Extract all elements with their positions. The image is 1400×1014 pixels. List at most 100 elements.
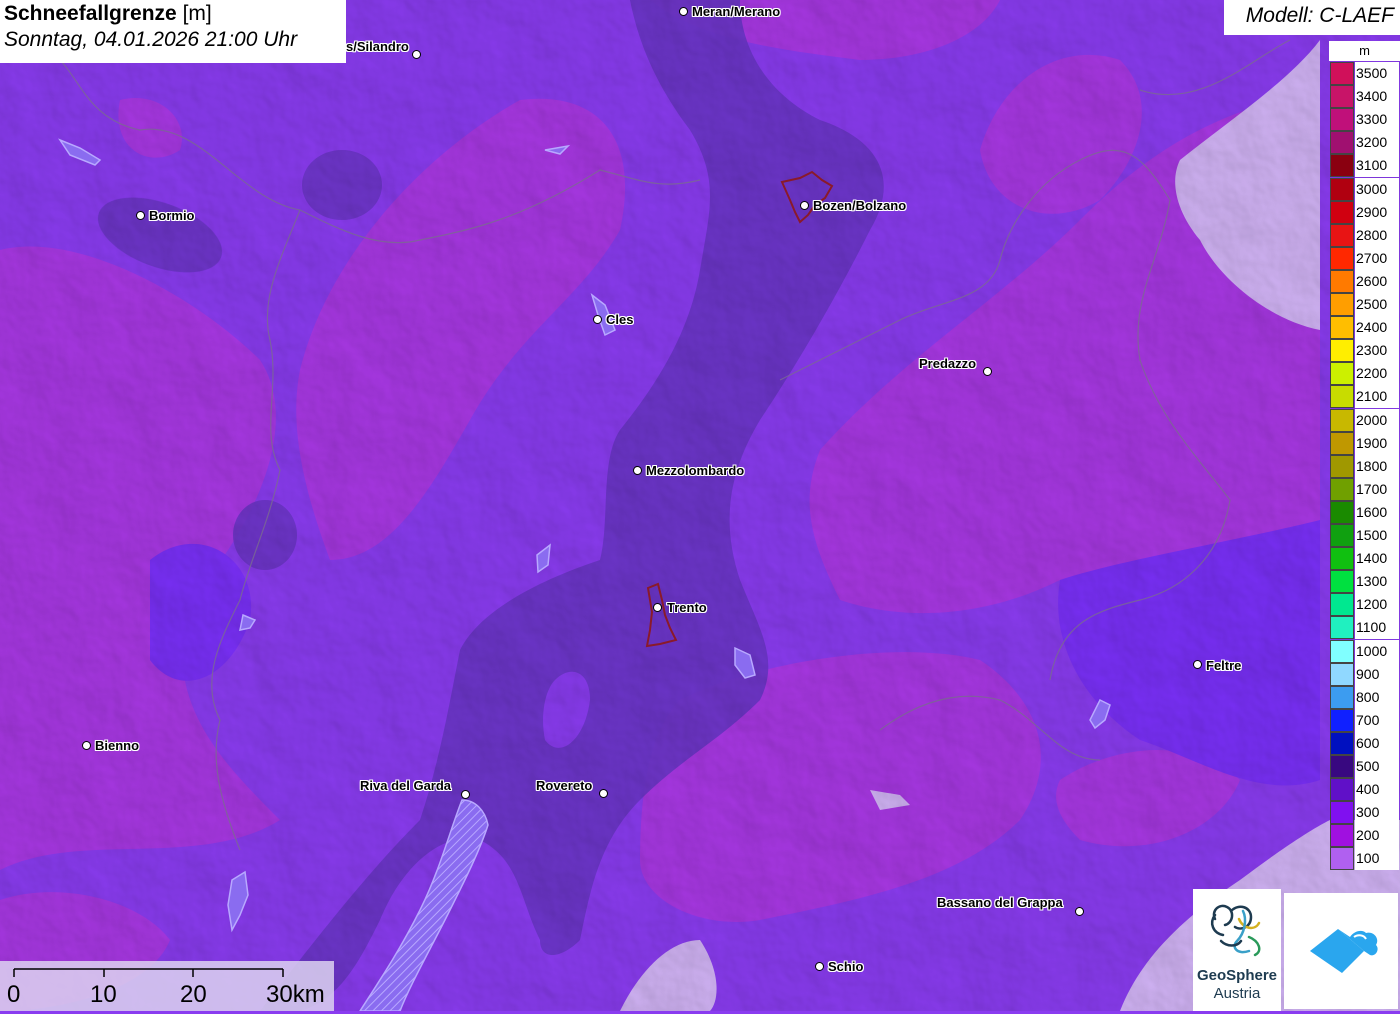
legend-swatch: [1330, 316, 1354, 340]
color-legend: m 3500 3400 3300 3200 3100 3000 2900 2800 2700 26…: [1329, 41, 1400, 871]
legend-unit: m: [1329, 41, 1400, 61]
legend-swatch: [1330, 547, 1354, 571]
city-dot-icon: [599, 789, 608, 798]
model-label: Modell: C-LAEF: [1224, 0, 1400, 35]
legend-swatch: [1330, 108, 1354, 132]
legend-swatch: [1330, 708, 1354, 732]
scale-label-10: 10: [90, 981, 117, 1008]
map-title-box: Schneefallgrenze [m] Sonntag, 04.01.2026…: [0, 0, 346, 63]
city-dot-icon: [1075, 907, 1084, 916]
geosphere-name: GeoSphere: [1196, 967, 1278, 984]
legend-level-label: 500: [1355, 755, 1399, 778]
city-label: s/Silandro: [346, 39, 409, 54]
cloud-arrow-icon: [1310, 929, 1378, 973]
legend-level-label: 300: [1355, 801, 1399, 825]
legend-swatch: [1330, 177, 1354, 201]
city-dot-icon: [633, 466, 642, 475]
legend-level-label: 2400: [1355, 316, 1399, 340]
city-label: Mezzolombardo: [646, 463, 745, 478]
city-dot-icon: [653, 603, 662, 612]
city-dot-icon: [412, 50, 421, 59]
legend-level-label: 2100: [1355, 385, 1399, 409]
city-dot-icon: [136, 211, 145, 220]
city-label: Predazzo: [919, 356, 977, 371]
legend-swatch: [1330, 801, 1354, 825]
weather-app-logo[interactable]: [1284, 893, 1398, 1009]
legend-swatch: [1330, 293, 1354, 316]
legend-swatch: [1330, 639, 1354, 663]
legend-level-label: 400: [1355, 778, 1399, 802]
legend-level-label: 1900: [1355, 431, 1399, 455]
legend-swatch: [1330, 62, 1354, 85]
legend-swatch: [1330, 339, 1354, 363]
legend-level-label: 3000: [1355, 177, 1399, 201]
city-dot-icon: [593, 315, 602, 324]
legend-swatch: [1330, 431, 1354, 455]
scale-label-0: 0: [7, 981, 21, 1008]
legend-swatch: [1330, 778, 1354, 802]
legend-level-label: 3100: [1355, 154, 1399, 178]
legend-level-label: 1300: [1355, 570, 1399, 594]
legend-swatch: [1330, 616, 1354, 640]
legend-swatch: [1330, 570, 1354, 594]
legend-swatch: [1330, 362, 1354, 386]
forecast-datetime: Sonntag, 04.01.2026 21:00 Uhr: [4, 28, 298, 51]
city-dot-icon: [461, 790, 470, 799]
legend-swatch: [1330, 662, 1354, 686]
legend-level-label: 2700: [1355, 246, 1399, 270]
title-unit: [m]: [176, 2, 212, 25]
legend-level-label: 2300: [1355, 339, 1399, 363]
city-label: Riva del Garda: [360, 778, 452, 793]
terrain-relief: [0, 0, 1400, 1011]
legend-level-label: 2900: [1355, 200, 1399, 224]
city-label: Meran/Merano: [692, 4, 781, 19]
scale-bar: 0 10 20 30km: [0, 961, 334, 1011]
legend-level-label: 1800: [1355, 454, 1399, 478]
legend-level-label: 200: [1355, 824, 1399, 848]
legend-swatch: [1330, 454, 1354, 478]
geosphere-emblem-icon: [1211, 904, 1261, 957]
geosphere-subtitle: Austria: [1213, 985, 1261, 1002]
city-dot-icon: [800, 201, 809, 210]
legend-level-label: 1100: [1355, 616, 1399, 640]
city-label: Trento: [667, 600, 707, 615]
page-title: Schneefallgrenze [m]: [4, 2, 342, 26]
scale-label-30km: 30km: [266, 981, 325, 1008]
legend-level-label: 2800: [1355, 223, 1399, 247]
city-label: Feltre: [1206, 658, 1242, 673]
legend-swatch: [1330, 731, 1354, 755]
snowfall-limit-map[interactable]: [0, 0, 1400, 1011]
title-parameter: Schneefallgrenze: [4, 2, 177, 25]
legend-swatch: [1330, 246, 1354, 270]
legend-swatch: [1330, 269, 1354, 293]
legend-level-label: 2600: [1355, 269, 1399, 293]
legend-level-label: 700: [1355, 708, 1399, 732]
geosphere-logo[interactable]: GeoSphere Austria: [1193, 889, 1281, 1011]
legend-level-label: 1200: [1355, 593, 1399, 617]
legend-swatch: [1330, 131, 1354, 155]
legend-level-label: 1000: [1355, 639, 1399, 663]
legend-level-label: 3200: [1355, 131, 1399, 155]
legend-swatch: [1330, 408, 1354, 432]
legend-swatch: [1330, 824, 1354, 848]
legend-swatch: [1330, 477, 1354, 501]
legend-level-label: 800: [1355, 685, 1399, 709]
city-dot-icon: [815, 962, 824, 971]
city-label: Bormio: [149, 208, 195, 223]
legend-level-label: 1500: [1355, 524, 1399, 547]
city-dot-icon: [82, 741, 91, 750]
city-label: Bienno: [95, 738, 140, 753]
legend-level-label: 2500: [1355, 293, 1399, 316]
city-dot-icon: [983, 367, 992, 376]
legend-level-label: 600: [1355, 731, 1399, 755]
legend-swatch: [1330, 847, 1354, 871]
city-label: Bassano del Grappa: [937, 895, 1063, 910]
legend-swatch: [1330, 385, 1354, 409]
legend-level-label: 3400: [1355, 85, 1399, 109]
legend-swatch: [1330, 200, 1354, 224]
city-label: Rovereto: [536, 778, 593, 793]
legend-level-label: 1400: [1355, 547, 1399, 571]
city-dot-icon: [679, 7, 688, 16]
city-label: Schio: [828, 959, 864, 974]
legend-level-label: 100: [1355, 847, 1399, 871]
